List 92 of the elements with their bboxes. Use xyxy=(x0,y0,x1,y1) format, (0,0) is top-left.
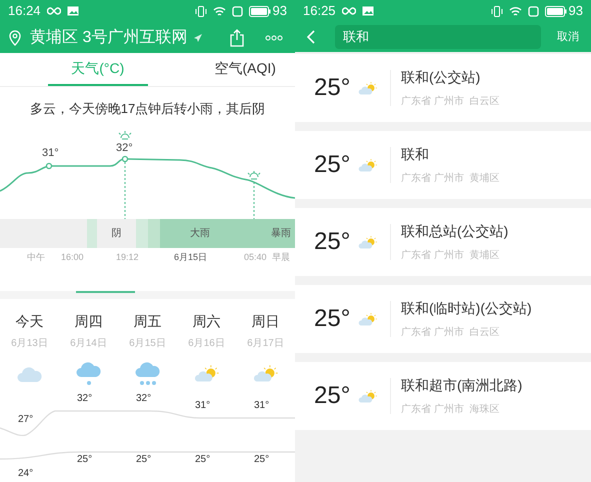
partly-sunny-icon xyxy=(358,158,378,172)
time-label: 16:00 xyxy=(61,251,84,264)
location-pin-icon[interactable] xyxy=(8,30,22,46)
temperature: 25° xyxy=(314,150,352,180)
date-label: 6月16日 xyxy=(188,337,225,351)
square-icon xyxy=(528,6,539,16)
time-label: 19:12 xyxy=(116,251,139,264)
clock-time: 16:24 xyxy=(8,2,41,20)
vibrate-icon xyxy=(490,6,503,16)
day-name: 周四 xyxy=(74,312,102,331)
partly-sunny-icon xyxy=(358,80,378,96)
battery-level: 93 xyxy=(568,2,583,20)
result-card[interactable]: 25° 联和总站(公交站) 广东省 广州市 黄埔区 xyxy=(295,208,591,276)
day-name: 周日 xyxy=(252,312,280,331)
infinity-icon xyxy=(46,7,61,15)
time-label: 早晨 xyxy=(272,251,290,264)
more-icon[interactable] xyxy=(265,34,283,40)
navigation-arrow-icon xyxy=(193,32,204,42)
place-name: 联和 xyxy=(401,145,430,164)
battery-level: 93 xyxy=(272,2,287,20)
day-name: 今天 xyxy=(16,312,44,331)
temperature-label: 31° xyxy=(42,146,59,161)
rain-cloud-icon xyxy=(76,361,102,387)
cloud-icon xyxy=(16,365,42,383)
low-temperature: 25° xyxy=(136,453,152,467)
place-name: 联和(临时站)(公交站) xyxy=(401,299,532,318)
square-icon xyxy=(232,6,243,16)
battery-icon xyxy=(544,6,567,16)
temperature: 25° xyxy=(314,304,352,334)
low-temperature: 24° xyxy=(18,467,34,481)
tab[interactable]: 空气(AQI) xyxy=(196,53,295,86)
page-indicator xyxy=(76,291,135,293)
weather-segment xyxy=(136,219,148,248)
result-card[interactable]: 25° 联和 广东省 广州市 黄埔区 xyxy=(295,131,591,199)
weather-summary: 多云，今天傍晚17点钟后转小雨，其后阴 xyxy=(30,100,266,118)
time-label: 中午 xyxy=(27,251,45,264)
image-icon xyxy=(66,6,79,16)
weather-segment: 阴 xyxy=(97,219,136,248)
sunrise-icon xyxy=(248,170,260,180)
low-temperature: 25° xyxy=(254,453,270,467)
partly-sunny-icon xyxy=(194,364,220,384)
low-temperature: 25° xyxy=(195,453,210,467)
high-temperature: 31° xyxy=(254,399,270,413)
clock-time: 16:25 xyxy=(303,2,336,20)
infinity-icon xyxy=(342,7,356,15)
date-label: 6月13日 xyxy=(11,337,48,351)
battery-icon xyxy=(248,6,271,16)
back-icon[interactable] xyxy=(307,30,315,44)
share-icon[interactable] xyxy=(229,28,245,46)
day-name: 周五 xyxy=(134,312,162,331)
high-temperature: 31° xyxy=(195,399,210,413)
place-name: 联和超市(南洲北路) xyxy=(401,376,522,395)
rain-cloud-icon xyxy=(134,361,160,387)
date-label: 6月15日 xyxy=(129,337,166,351)
low-temperature: 25° xyxy=(77,453,92,467)
data-point xyxy=(122,156,128,162)
day-name: 周六 xyxy=(192,312,220,331)
partly-sunny-icon xyxy=(358,234,378,250)
place-name: 联和(公交站) xyxy=(401,68,482,87)
sunset-icon xyxy=(118,131,132,140)
weather-segment xyxy=(148,219,160,248)
data-point xyxy=(46,162,52,170)
high-temperature: 32° xyxy=(136,392,152,406)
place-region: 广东省 广州市 黄埔区 xyxy=(401,172,500,186)
image-icon xyxy=(362,6,374,16)
temperature: 25° xyxy=(314,381,352,411)
wifi-icon xyxy=(508,6,522,16)
high-temperature: 27° xyxy=(18,413,34,427)
place-region: 广东省 广州市 黄埔区 xyxy=(401,248,500,263)
wifi-icon xyxy=(212,6,226,16)
vibrate-icon xyxy=(194,6,207,16)
partly-sunny-icon xyxy=(252,364,278,384)
partly-sunny-icon xyxy=(358,388,378,404)
place-region: 广东省 广州市 海珠区 xyxy=(401,402,500,417)
place-region: 广东省 广州市 白云区 xyxy=(401,326,500,340)
temperature: 25° xyxy=(314,227,352,257)
time-label: 05:40 xyxy=(244,251,267,264)
temperature: 25° xyxy=(314,73,352,103)
dashed-line xyxy=(124,162,126,219)
date-label: 6月17日 xyxy=(247,337,284,351)
high-temperature: 32° xyxy=(77,392,92,406)
result-card[interactable]: 25° 联和(公交站) 广东省 广州市 白云区 xyxy=(295,54,591,122)
partly-sunny-icon xyxy=(358,312,378,326)
place-region: 广东省 广州市 白云区 xyxy=(401,94,500,109)
temperature-label: 32° xyxy=(116,141,133,156)
result-card[interactable]: 25° 联和(临时站)(公交站) 广东省 广州市 白云区 xyxy=(295,285,591,353)
date-label: 6月14日 xyxy=(70,337,107,351)
place-name: 联和总站(公交站) xyxy=(401,222,508,241)
result-card[interactable]: 25° 联和超市(南洲北路) 广东省 广州市 海珠区 xyxy=(295,362,591,430)
weather-segment: 暴雨 xyxy=(240,219,295,248)
time-label: 6月15日 xyxy=(174,251,208,264)
weather-segment: 大雨 xyxy=(160,219,240,248)
